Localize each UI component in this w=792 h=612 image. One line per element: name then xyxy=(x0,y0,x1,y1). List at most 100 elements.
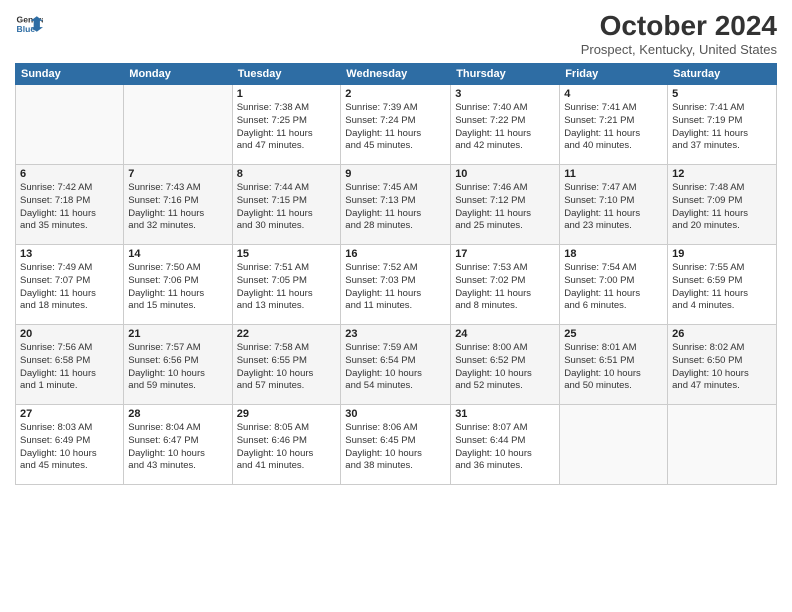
calendar-cell: 8 Sunrise: 7:44 AM Sunset: 7:15 PM Daylig… xyxy=(232,165,341,245)
day-info: Sunrise: 8:03 AM Sunset: 6:49 PM Dayligh… xyxy=(20,422,119,473)
day-number: 5 xyxy=(672,88,772,100)
day-info: Sunrise: 7:41 AM Sunset: 7:19 PM Dayligh… xyxy=(672,102,772,153)
title-block: October 2024 Prospect, Kentucky, United … xyxy=(581,10,777,57)
calendar-cell: 16 Sunrise: 7:52 AM Sunset: 7:03 PM Dayli… xyxy=(341,245,451,325)
day-number: 27 xyxy=(20,408,119,420)
calendar-cell: 26 Sunrise: 8:02 AM Sunset: 6:50 PM Dayli… xyxy=(668,325,777,405)
calendar-cell: 6 Sunrise: 7:42 AM Sunset: 7:18 PM Daylig… xyxy=(16,165,124,245)
day-info: Sunrise: 7:40 AM Sunset: 7:22 PM Dayligh… xyxy=(455,102,555,153)
calendar-cell: 4Sunrise: 7:41 AM Sunset: 7:21 PM Daylig… xyxy=(560,85,668,165)
day-number: 15 xyxy=(237,248,337,260)
day-number: 6 xyxy=(20,168,119,180)
day-info: Sunrise: 8:07 AM Sunset: 6:44 PM Dayligh… xyxy=(455,422,555,473)
calendar-cell: 27 Sunrise: 8:03 AM Sunset: 6:49 PM Dayli… xyxy=(16,405,124,485)
calendar-cell: 7Sunrise: 7:43 AM Sunset: 7:16 PM Daylig… xyxy=(124,165,232,245)
day-info: Sunrise: 7:38 AM Sunset: 7:25 PM Dayligh… xyxy=(237,102,337,153)
calendar-cell: 11 Sunrise: 7:47 AM Sunset: 7:10 PM Dayli… xyxy=(560,165,668,245)
weekday-header-tuesday: Tuesday xyxy=(232,64,341,85)
calendar-cell: 20 Sunrise: 7:56 AM Sunset: 6:58 PM Dayli… xyxy=(16,325,124,405)
day-number: 21 xyxy=(128,328,227,340)
logo-icon: General Blue xyxy=(15,10,43,38)
calendar-cell: 13 Sunrise: 7:49 AM Sunset: 7:07 PM Dayli… xyxy=(16,245,124,325)
svg-text:Blue: Blue xyxy=(17,24,36,34)
logo: General Blue xyxy=(15,10,43,38)
calendar-cell xyxy=(124,85,232,165)
day-number: 20 xyxy=(20,328,119,340)
day-info: Sunrise: 7:42 AM Sunset: 7:18 PM Dayligh… xyxy=(20,182,119,233)
day-number: 30 xyxy=(345,408,446,420)
day-number: 28 xyxy=(128,408,227,420)
day-info: Sunrise: 7:46 AM Sunset: 7:12 PM Dayligh… xyxy=(455,182,555,233)
day-number: 8 xyxy=(237,168,337,180)
calendar-cell: 23 Sunrise: 7:59 AM Sunset: 6:54 PM Dayli… xyxy=(341,325,451,405)
weekday-header-monday: Monday xyxy=(124,64,232,85)
day-info: Sunrise: 7:51 AM Sunset: 7:05 PM Dayligh… xyxy=(237,262,337,313)
calendar-cell: 15 Sunrise: 7:51 AM Sunset: 7:05 PM Dayli… xyxy=(232,245,341,325)
day-info: Sunrise: 7:50 AM Sunset: 7:06 PM Dayligh… xyxy=(128,262,227,313)
day-info: Sunrise: 7:47 AM Sunset: 7:10 PM Dayligh… xyxy=(564,182,663,233)
day-info: Sunrise: 7:57 AM Sunset: 6:56 PM Dayligh… xyxy=(128,342,227,393)
day-info: Sunrise: 7:53 AM Sunset: 7:02 PM Dayligh… xyxy=(455,262,555,313)
calendar-cell xyxy=(560,405,668,485)
day-number: 11 xyxy=(564,168,663,180)
weekday-header-wednesday: Wednesday xyxy=(341,64,451,85)
day-number: 1 xyxy=(237,88,337,100)
calendar-cell: 28 Sunrise: 8:04 AM Sunset: 6:47 PM Dayli… xyxy=(124,405,232,485)
calendar-cell: 19 Sunrise: 7:55 AM Sunset: 6:59 PM Dayli… xyxy=(668,245,777,325)
day-info: Sunrise: 8:01 AM Sunset: 6:51 PM Dayligh… xyxy=(564,342,663,393)
calendar-cell: 14 Sunrise: 7:50 AM Sunset: 7:06 PM Dayli… xyxy=(124,245,232,325)
day-number: 10 xyxy=(455,168,555,180)
calendar-cell: 2 Sunrise: 7:39 AM Sunset: 7:24 PM Daylig… xyxy=(341,85,451,165)
day-info: Sunrise: 8:02 AM Sunset: 6:50 PM Dayligh… xyxy=(672,342,772,393)
day-info: Sunrise: 8:04 AM Sunset: 6:47 PM Dayligh… xyxy=(128,422,227,473)
calendar-cell: 1 Sunrise: 7:38 AM Sunset: 7:25 PM Daylig… xyxy=(232,85,341,165)
day-info: Sunrise: 7:52 AM Sunset: 7:03 PM Dayligh… xyxy=(345,262,446,313)
day-info: Sunrise: 7:58 AM Sunset: 6:55 PM Dayligh… xyxy=(237,342,337,393)
day-info: Sunrise: 8:00 AM Sunset: 6:52 PM Dayligh… xyxy=(455,342,555,393)
day-info: Sunrise: 7:59 AM Sunset: 6:54 PM Dayligh… xyxy=(345,342,446,393)
calendar-cell: 10 Sunrise: 7:46 AM Sunset: 7:12 PM Dayli… xyxy=(451,165,560,245)
day-number: 31 xyxy=(455,408,555,420)
day-number: 22 xyxy=(237,328,337,340)
weekday-header-saturday: Saturday xyxy=(668,64,777,85)
weekday-header-thursday: Thursday xyxy=(451,64,560,85)
day-number: 17 xyxy=(455,248,555,260)
day-number: 9 xyxy=(345,168,446,180)
day-info: Sunrise: 7:44 AM Sunset: 7:15 PM Dayligh… xyxy=(237,182,337,233)
weekday-header-friday: Friday xyxy=(560,64,668,85)
calendar-cell xyxy=(668,405,777,485)
month-title: October 2024 xyxy=(581,10,777,42)
day-info: Sunrise: 7:49 AM Sunset: 7:07 PM Dayligh… xyxy=(20,262,119,313)
calendar-cell: 24 Sunrise: 8:00 AM Sunset: 6:52 PM Dayli… xyxy=(451,325,560,405)
calendar-cell: 18Sunrise: 7:54 AM Sunset: 7:00 PM Dayli… xyxy=(560,245,668,325)
calendar-cell: 17 Sunrise: 7:53 AM Sunset: 7:02 PM Dayli… xyxy=(451,245,560,325)
day-info: Sunrise: 7:45 AM Sunset: 7:13 PM Dayligh… xyxy=(345,182,446,233)
calendar-cell: 29 Sunrise: 8:05 AM Sunset: 6:46 PM Dayli… xyxy=(232,405,341,485)
day-info: Sunrise: 8:05 AM Sunset: 6:46 PM Dayligh… xyxy=(237,422,337,473)
day-number: 29 xyxy=(237,408,337,420)
calendar-cell: 21 Sunrise: 7:57 AM Sunset: 6:56 PM Dayli… xyxy=(124,325,232,405)
day-number: 25 xyxy=(564,328,663,340)
calendar-cell: 30Sunrise: 8:06 AM Sunset: 6:45 PM Dayli… xyxy=(341,405,451,485)
day-number: 14 xyxy=(128,248,227,260)
day-info: Sunrise: 7:39 AM Sunset: 7:24 PM Dayligh… xyxy=(345,102,446,153)
day-info: Sunrise: 7:55 AM Sunset: 6:59 PM Dayligh… xyxy=(672,262,772,313)
location: Prospect, Kentucky, United States xyxy=(581,42,777,57)
day-number: 12 xyxy=(672,168,772,180)
calendar-cell: 31 Sunrise: 8:07 AM Sunset: 6:44 PM Dayli… xyxy=(451,405,560,485)
day-number: 2 xyxy=(345,88,446,100)
calendar-cell xyxy=(16,85,124,165)
day-number: 23 xyxy=(345,328,446,340)
day-info: Sunrise: 7:43 AM Sunset: 7:16 PM Dayligh… xyxy=(128,182,227,233)
day-number: 18 xyxy=(564,248,663,260)
day-info: Sunrise: 7:56 AM Sunset: 6:58 PM Dayligh… xyxy=(20,342,119,393)
day-info: Sunrise: 7:48 AM Sunset: 7:09 PM Dayligh… xyxy=(672,182,772,233)
calendar-cell: 3Sunrise: 7:40 AM Sunset: 7:22 PM Daylig… xyxy=(451,85,560,165)
day-number: 13 xyxy=(20,248,119,260)
day-number: 24 xyxy=(455,328,555,340)
calendar-cell: 22 Sunrise: 7:58 AM Sunset: 6:55 PM Dayli… xyxy=(232,325,341,405)
day-number: 16 xyxy=(345,248,446,260)
calendar-cell: 25 Sunrise: 8:01 AM Sunset: 6:51 PM Dayli… xyxy=(560,325,668,405)
day-number: 26 xyxy=(672,328,772,340)
day-number: 19 xyxy=(672,248,772,260)
